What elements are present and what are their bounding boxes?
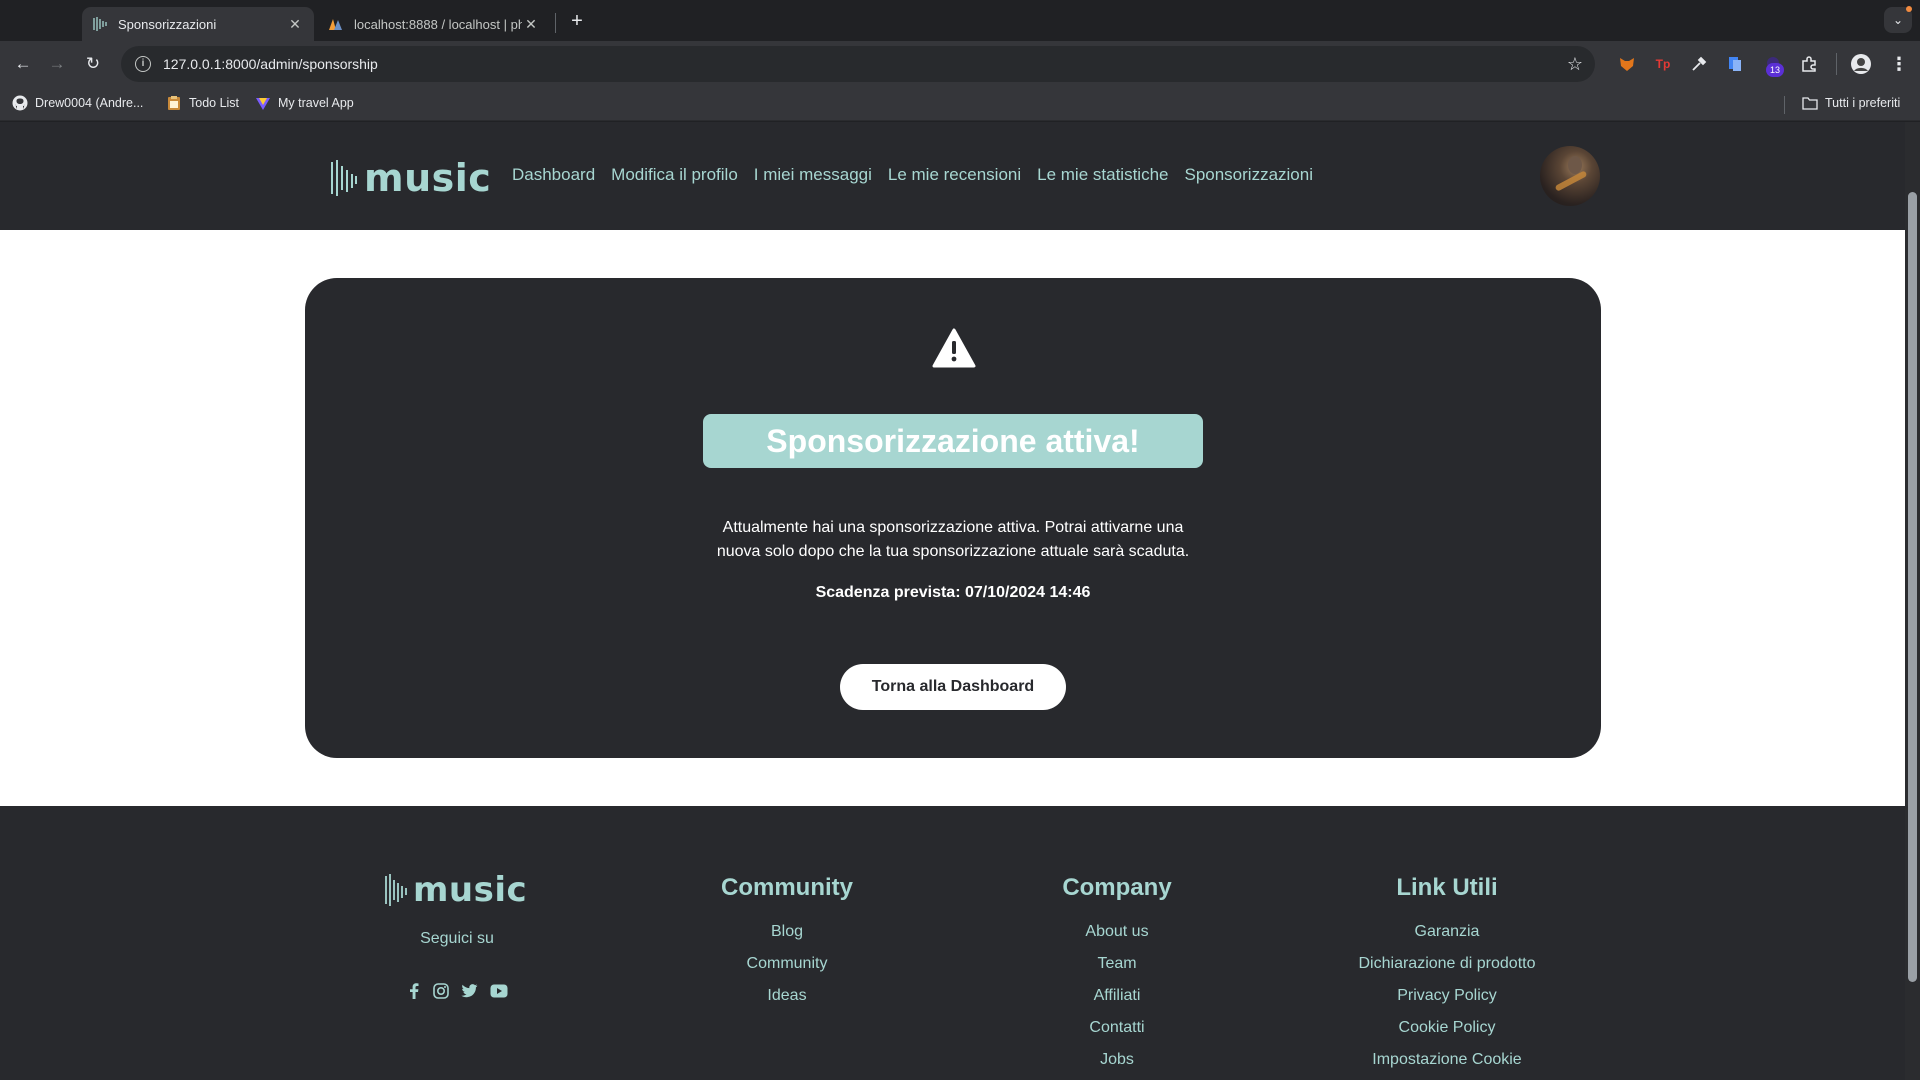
forward-button[interactable]: → (42, 49, 72, 79)
footer-link-affiliati[interactable]: Affiliati (967, 980, 1267, 1012)
nav-statistics[interactable]: Le mie statistiche (1037, 165, 1168, 185)
footer-link-cookie-settings[interactable]: Impostazione Cookie (1297, 1044, 1597, 1076)
toolbar-divider (1836, 53, 1837, 75)
site-footer: music Seguici su Community Blog Communit… (0, 806, 1905, 1080)
sound-bars-icon (385, 874, 407, 906)
bookmark-travel-app[interactable]: My travel App (255, 95, 354, 111)
update-dot-icon (1906, 6, 1912, 12)
footer-col-link-utili: Link Utili Garanzia Dichiarazione di pro… (1297, 806, 1597, 1076)
reload-button[interactable]: ↻ (78, 49, 108, 79)
bookmark-label: Todo List (189, 96, 240, 110)
social-links (400, 982, 514, 1000)
all-bookmarks-folder[interactable]: Tutti i preferiti (1802, 95, 1900, 111)
youtube-icon[interactable] (490, 982, 508, 1000)
folder-icon (1802, 95, 1818, 111)
site-header: music Dashboard Modifica il profilo I mi… (0, 122, 1905, 230)
footer-link-jobs[interactable]: Jobs (967, 1044, 1267, 1076)
footer-link-product-declaration[interactable]: Dichiarazione di prodotto (1297, 948, 1597, 980)
page-viewport: music Dashboard Modifica il profilo I mi… (0, 122, 1905, 1080)
status-banner: Sponsorizzazione attiva! (703, 414, 1203, 468)
bookmarks-bar: Drew0004 (Andre... Todo List My travel A… (0, 87, 1920, 121)
bookmark-label: My travel App (278, 96, 354, 110)
logo-text: music (413, 870, 528, 910)
footer-col-company: Company About us Team Affiliati Contatti… (967, 806, 1267, 1076)
back-button[interactable]: ← (8, 49, 38, 79)
footer-link-cookie-policy[interactable]: Cookie Policy (1297, 1012, 1597, 1044)
phpmyadmin-icon (328, 16, 344, 32)
footer-link-garanzia[interactable]: Garanzia (1297, 916, 1597, 948)
eyedropper-extension-icon[interactable] (1688, 53, 1710, 75)
back-to-dashboard-button[interactable]: Torna alla Dashboard (840, 664, 1066, 710)
nav-sponsorships[interactable]: Sponsorizzazioni (1184, 165, 1313, 185)
page-scrollbar[interactable] (1905, 122, 1920, 1080)
site-info-icon[interactable]: i (135, 56, 151, 72)
nav-edit-profile[interactable]: Modifica il profilo (611, 165, 738, 185)
footer-col-title: Community (721, 874, 853, 901)
footer-link-team[interactable]: Team (967, 948, 1267, 980)
follow-us-label: Seguici su (420, 930, 494, 947)
profile-avatar-icon[interactable] (1850, 53, 1872, 75)
close-icon[interactable]: ✕ (522, 16, 540, 33)
github-icon (12, 95, 28, 111)
browser-menu-icon[interactable]: ⋮ (1888, 53, 1910, 75)
avatar-guitar (1554, 170, 1588, 192)
document-extension-icon[interactable] (1724, 53, 1746, 75)
site-logo[interactable]: music (330, 156, 491, 200)
deadline-line: Scadenza prevista: 07/10/2024 14:46 (605, 584, 1301, 602)
footer-link-privacy-policy[interactable]: Privacy Policy (1297, 980, 1597, 1012)
footer-col-title: Company (1062, 874, 1172, 901)
scrollbar-thumb[interactable] (1908, 192, 1917, 982)
music-logo-icon (92, 16, 108, 32)
extension-badge: 13 (1766, 63, 1784, 77)
footer-col-community: Community Blog Community Ideas (637, 806, 937, 1012)
footer-link-blog[interactable]: Blog (637, 916, 937, 948)
clipboard-icon (166, 95, 182, 111)
bookmark-label: Tutti i preferiti (1825, 96, 1901, 110)
fox-extension-icon[interactable] (1616, 53, 1638, 75)
bookmarks-divider (1784, 96, 1785, 114)
tab-sponsorizzazioni[interactable]: Sponsorizzazioni ✕ (82, 7, 314, 41)
bookmark-todo-list[interactable]: Todo List (166, 95, 239, 111)
main-nav: Dashboard Modifica il profilo I miei mes… (512, 165, 1329, 185)
tab-title: Sponsorizzazioni (118, 16, 217, 32)
extensions-puzzle-icon[interactable] (1798, 53, 1820, 75)
deadline-label: Scadenza prevista: (815, 584, 961, 601)
bookmark-github[interactable]: Drew0004 (Andre... (12, 95, 143, 111)
user-avatar[interactable] (1540, 146, 1600, 206)
nav-messages[interactable]: I miei messaggi (754, 165, 872, 185)
twitter-icon[interactable] (461, 982, 478, 1000)
sponsorship-message: Attualmente hai una sponsorizzazione att… (716, 519, 1190, 560)
sound-bars-icon (331, 160, 357, 196)
bookmark-label: Drew0004 (Andre... (35, 96, 144, 110)
close-icon[interactable]: ✕ (286, 16, 304, 33)
warning-icon (932, 328, 976, 368)
footer-link-about-us[interactable]: About us (967, 916, 1267, 948)
url-text[interactable]: 127.0.0.1:8000/admin/sponsorship (163, 56, 1567, 72)
tab-title: localhost:8888 / localhost | phpMyAdmin (354, 16, 522, 32)
browser-toolbar: ← → ↻ i 127.0.0.1:8000/admin/sponsorship… (0, 41, 1920, 87)
bookmark-star-icon[interactable]: ☆ (1567, 54, 1583, 75)
tab-divider (555, 13, 556, 33)
footer-link-community[interactable]: Community (637, 948, 937, 980)
logo-text: music (364, 156, 492, 200)
tp-extension-icon[interactable]: Tp (1652, 53, 1674, 75)
address-bar[interactable]: i 127.0.0.1:8000/admin/sponsorship ☆ (121, 46, 1595, 82)
app-icon (255, 95, 271, 111)
sponsorship-status-card: Sponsorizzazione attiva! Attualmente hai… (305, 278, 1601, 758)
avatar-figure (1568, 156, 1582, 174)
footer-link-contatti[interactable]: Contatti (967, 1012, 1267, 1044)
deadline-value: 07/10/2024 14:46 (964, 584, 1091, 601)
facebook-icon[interactable] (406, 982, 421, 1000)
nav-dashboard[interactable]: Dashboard (512, 165, 595, 185)
footer-logo[interactable]: music (384, 870, 527, 910)
footer-link-ideas[interactable]: Ideas (637, 980, 937, 1012)
nav-reviews[interactable]: Le mie recensioni (888, 165, 1021, 185)
instagram-icon[interactable] (433, 982, 449, 1000)
footer-col-title: Link Utili (1396, 874, 1498, 901)
browser-tabbar: Sponsorizzazioni ✕ localhost:8888 / loca… (0, 0, 1920, 41)
tab-phpmyadmin[interactable]: localhost:8888 / localhost | phpMyAdmin … (318, 7, 550, 41)
new-tab-button[interactable]: + (563, 8, 591, 36)
